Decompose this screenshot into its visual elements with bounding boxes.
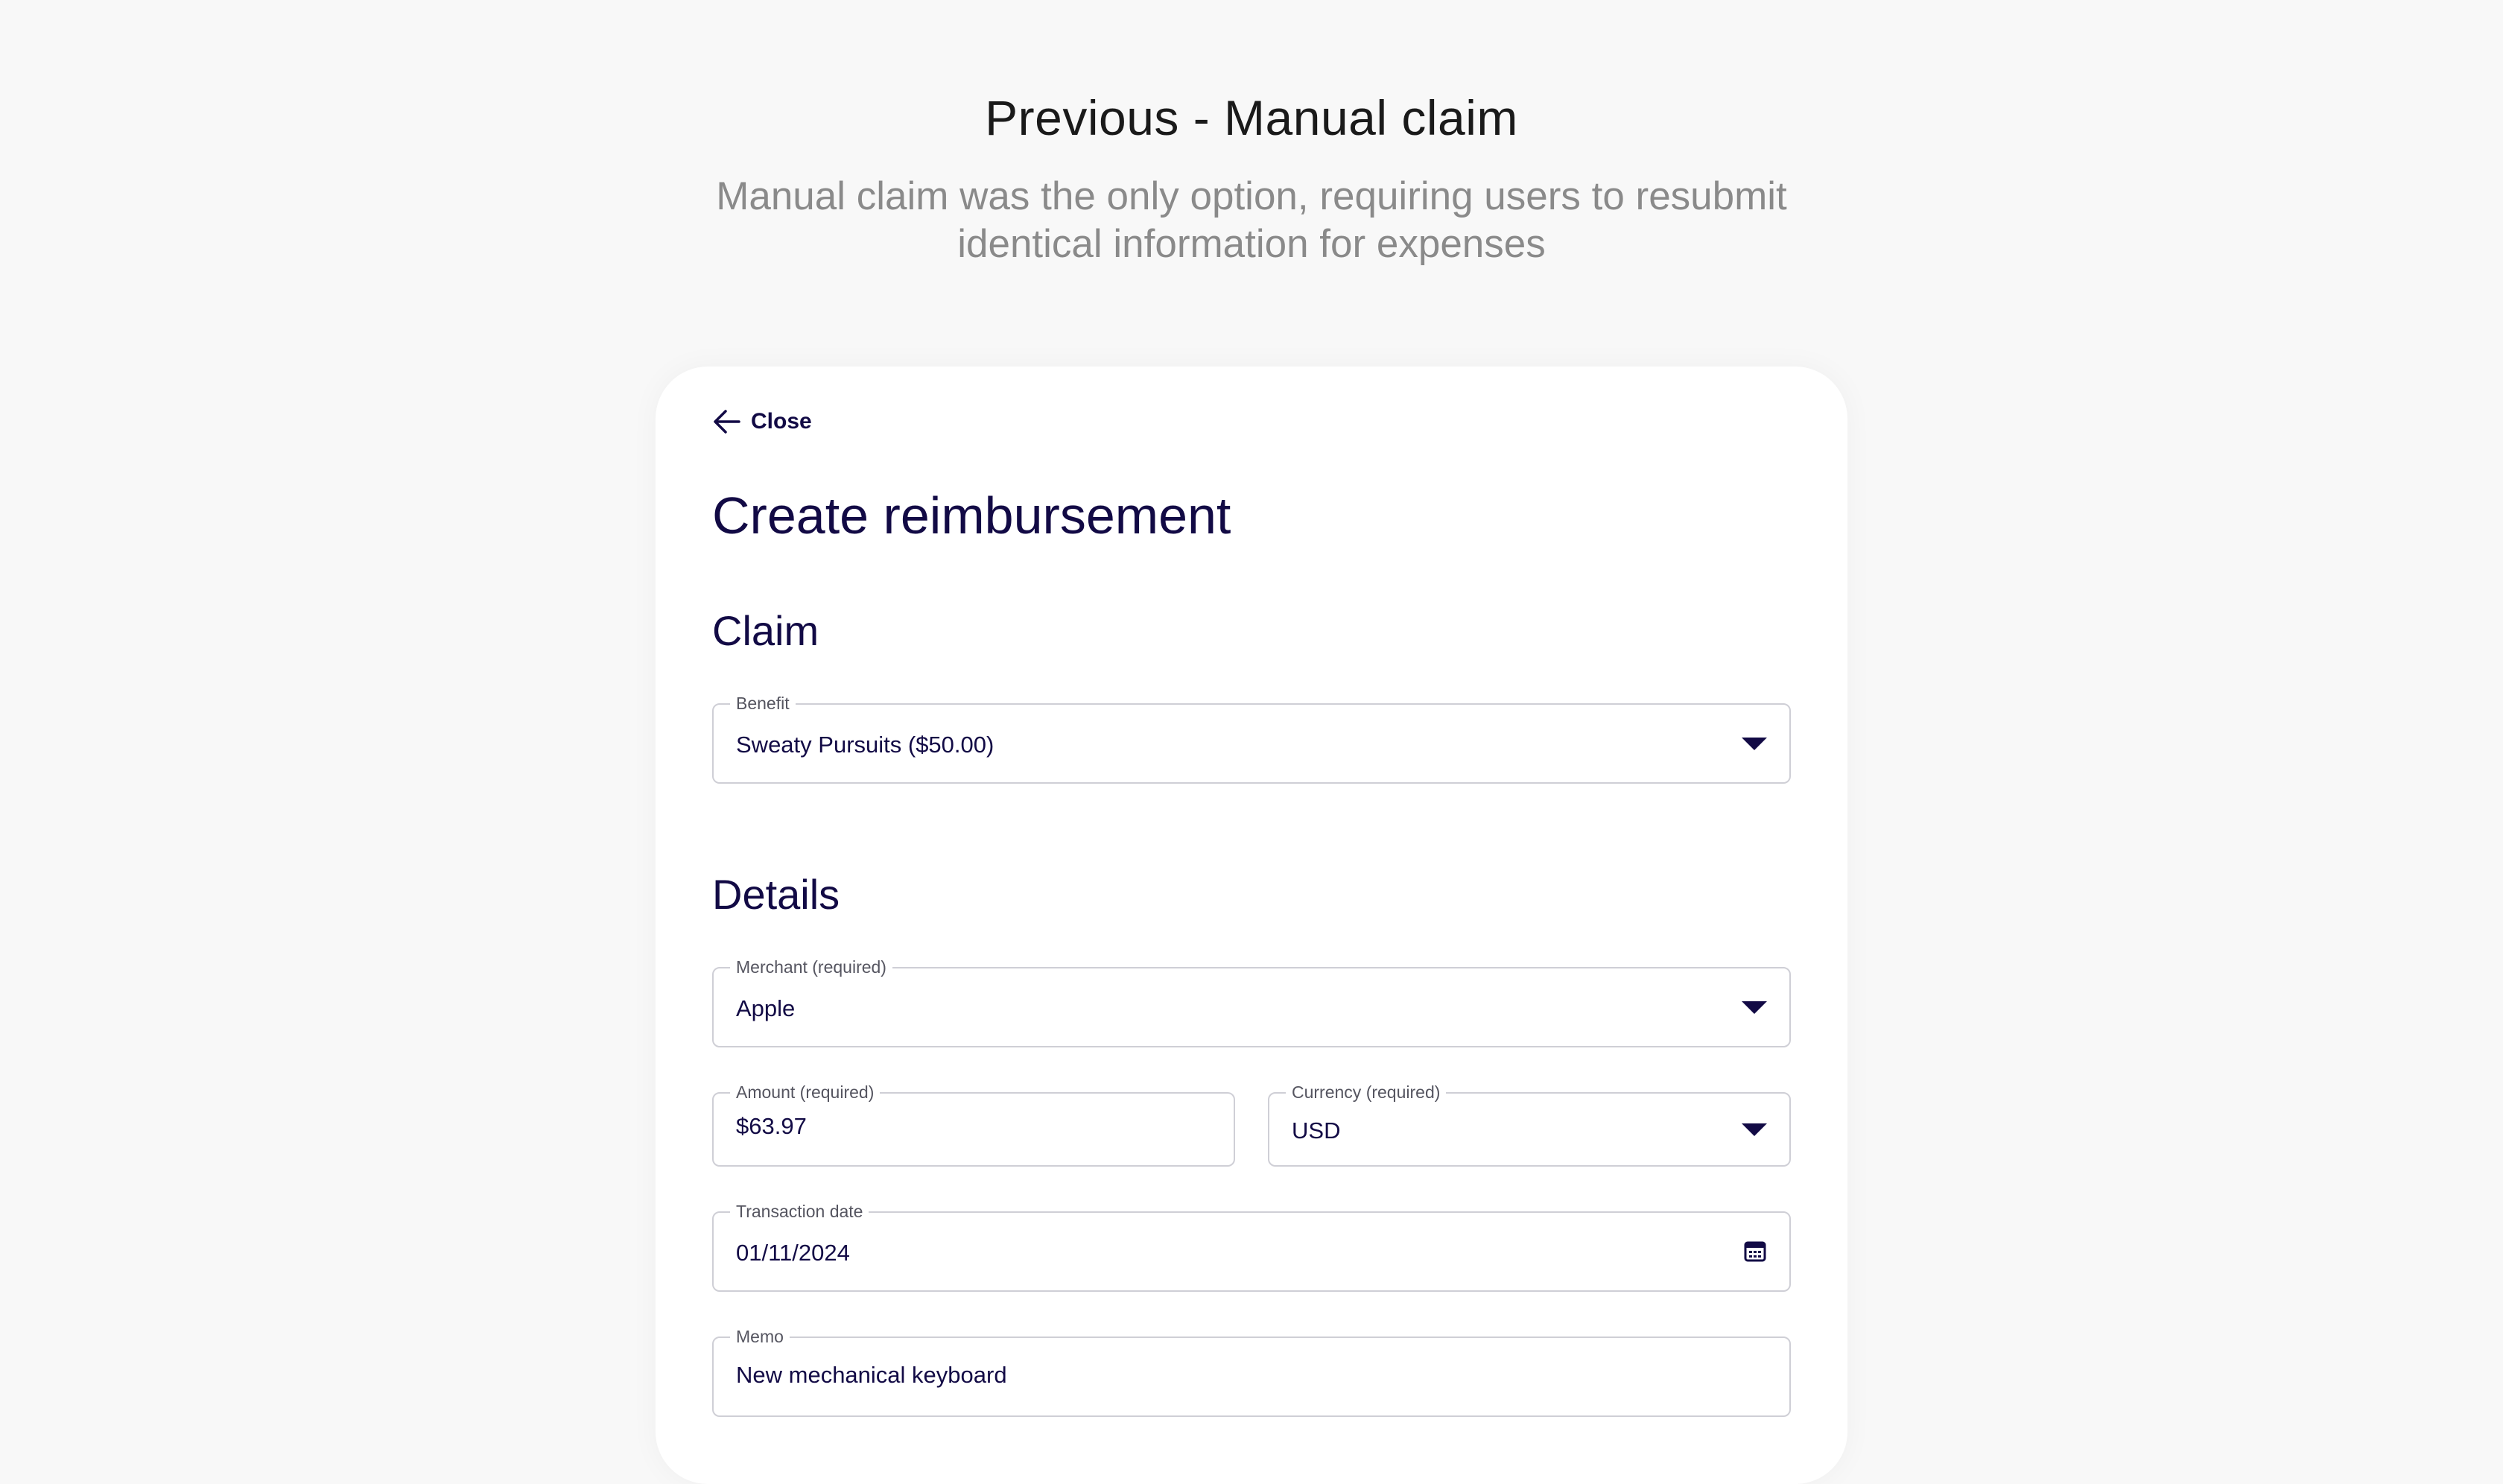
currency-label: Currency (required) (1286, 1082, 1447, 1102)
merchant-value: Apple (736, 995, 796, 1021)
memo-input[interactable]: Memo New mechanical keyboard (712, 1327, 1791, 1417)
form-title: Create reimbursement (712, 486, 1231, 545)
benefit-select[interactable]: Benefit Sweaty Pursuits ($50.00) (712, 694, 1791, 784)
section-heading-claim: Claim (712, 607, 819, 654)
page-title: Previous - Manual claim (985, 90, 1518, 145)
memo-label: Memo (730, 1327, 790, 1346)
amount-value: $63.97 (736, 1113, 807, 1139)
amount-label: Amount (required) (730, 1082, 881, 1102)
caret-down-icon (1742, 1123, 1767, 1136)
close-button[interactable]: Close (712, 404, 812, 440)
caret-down-icon (1742, 738, 1767, 750)
transaction-date-label: Transaction date (730, 1202, 869, 1221)
calendar-icon[interactable] (1743, 1240, 1767, 1267)
reimbursement-card: Close Create reimbursement Claim Benefit… (656, 367, 1847, 1484)
close-label: Close (751, 409, 812, 434)
transaction-date-input[interactable]: Transaction date 01/11/2024 (712, 1202, 1791, 1292)
arrow-left-icon (712, 409, 740, 434)
amount-input[interactable]: Amount (required) $63.97 (712, 1082, 1235, 1167)
caret-down-icon (1742, 1001, 1767, 1014)
transaction-date-value: 01/11/2024 (736, 1240, 850, 1266)
merchant-label: Merchant (required) (730, 957, 892, 977)
currency-select[interactable]: Currency (required) USD (1268, 1082, 1791, 1167)
benefit-label: Benefit (730, 694, 796, 713)
section-heading-details: Details (712, 871, 840, 918)
memo-value: New mechanical keyboard (736, 1362, 1007, 1388)
merchant-select[interactable]: Merchant (required) Apple (712, 957, 1791, 1047)
benefit-value: Sweaty Pursuits ($50.00) (736, 732, 994, 758)
currency-value: USD (1292, 1117, 1341, 1144)
page-subtitle: Manual claim was the only option, requir… (716, 174, 1787, 266)
